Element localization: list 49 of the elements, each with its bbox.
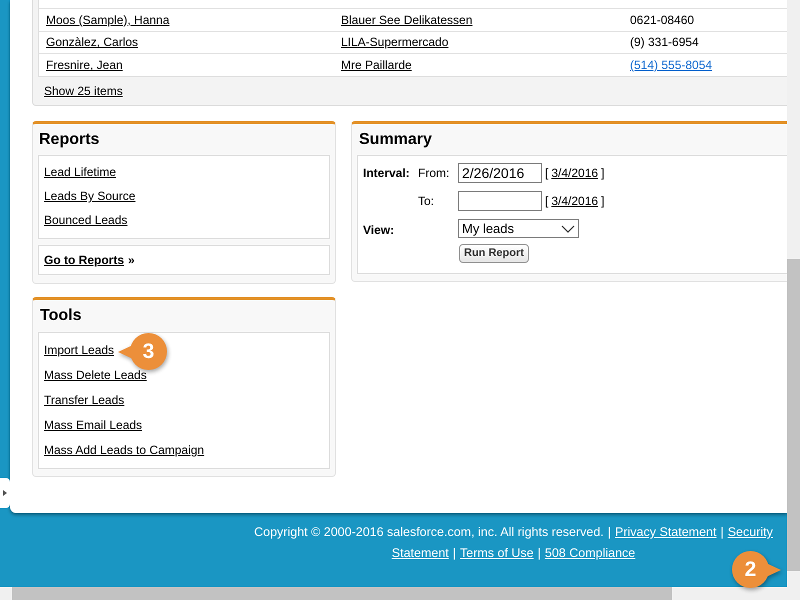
- chevron-down-icon: [561, 224, 575, 232]
- phone-link[interactable]: (514) 555-8054: [630, 58, 712, 72]
- go-to-reports-link[interactable]: Go to Reports: [44, 251, 124, 269]
- separator-text: |: [720, 524, 724, 542]
- contact-name-link[interactable]: Moos (Sample), Hanna: [46, 12, 170, 27]
- panel-title: Tools: [39, 306, 82, 326]
- sidebar-toggle[interactable]: [0, 478, 10, 508]
- copyright-text: Copyright © 2000-2016 salesforce.com, inc. All rights reserved.: [254, 524, 604, 542]
- field-label: View:: [363, 222, 396, 239]
- field-label: To:: [418, 193, 436, 210]
- panel-title: Summary: [358, 130, 433, 150]
- tool-link[interactable]: Mass Add Leads to Campaign: [44, 443, 204, 457]
- account-name-link[interactable]: Mre Paillarde: [341, 58, 412, 72]
- scrollbar-thumb[interactable]: [787, 259, 800, 571]
- report-link[interactable]: Lead Lifetime: [44, 165, 116, 179]
- phone-text: 0621-08460: [630, 12, 694, 27]
- separator-text: |: [538, 545, 541, 562]
- account-name-link[interactable]: LILA-Supermercado: [341, 35, 448, 50]
- date-input[interactable]: [458, 191, 542, 211]
- tool-link[interactable]: Mass Delete Leads: [44, 368, 147, 382]
- today-date-link[interactable]: 3/4/2016: [551, 192, 598, 210]
- vertical-scrollbar[interactable]: [787, 0, 800, 587]
- report-link[interactable]: Bounced Leads: [44, 213, 128, 227]
- triangle-right-icon: [3, 490, 7, 496]
- field-label: From:: [418, 165, 450, 182]
- date-input[interactable]: 2/26/2016: [458, 163, 542, 183]
- field-label: Interval:: [363, 165, 411, 182]
- tool-link[interactable]: Mass Email Leads: [44, 418, 142, 432]
- today-date-link[interactable]: 3/4/2016: [551, 164, 598, 182]
- show-more-link[interactable]: Show 25 items: [44, 82, 123, 100]
- bracket-text: [: [545, 193, 548, 210]
- chevron-text: »: [128, 252, 135, 269]
- run-report-button[interactable]: Run Report: [459, 244, 529, 263]
- separator-text: |: [608, 524, 612, 542]
- contact-name-link[interactable]: Gonzàlez, Carlos: [46, 35, 138, 50]
- account-name-link[interactable]: Blauer See Delikatessen: [341, 12, 472, 27]
- horizontal-scrollbar[interactable]: [0, 587, 800, 600]
- view-select[interactable]: My leads: [458, 219, 579, 238]
- bracket-text: ]: [601, 193, 604, 210]
- separator-text: |: [452, 545, 456, 562]
- contact-name-link[interactable]: Fresnire, Jean: [46, 58, 123, 72]
- bracket-text: [: [545, 165, 548, 182]
- bracket-text: ]: [601, 165, 604, 182]
- tool-link[interactable]: Import Leads: [44, 343, 114, 357]
- tool-link[interactable]: Transfer Leads: [44, 393, 124, 407]
- report-link[interactable]: Leads By Source: [44, 189, 136, 203]
- panel-title: Reports: [38, 130, 100, 150]
- phone-text: (9) 331-6954: [630, 35, 699, 50]
- scrollbar-thumb[interactable]: [12, 587, 672, 600]
